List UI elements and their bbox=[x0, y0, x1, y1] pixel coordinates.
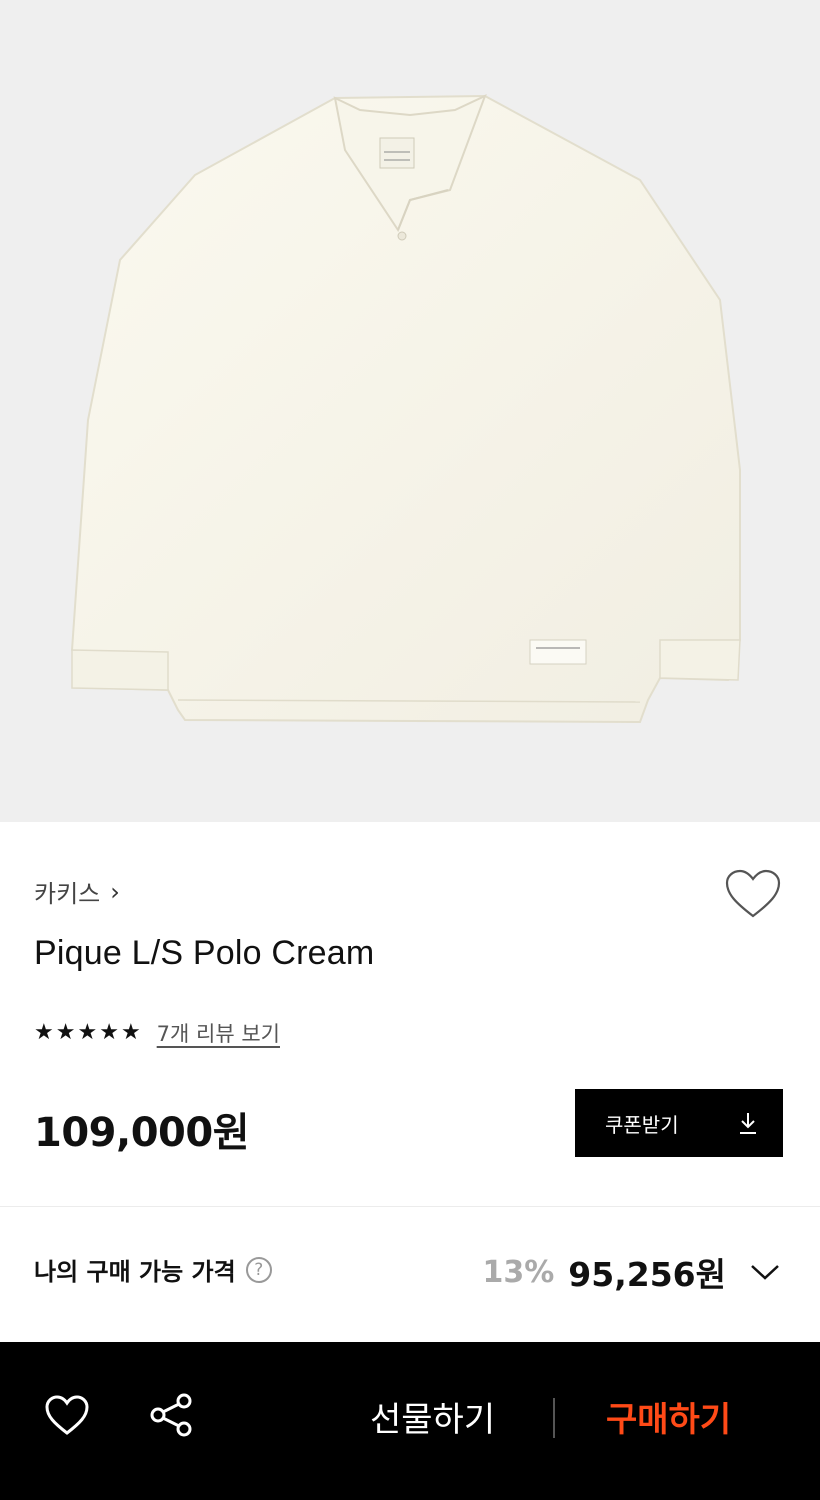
star-icon: ★ bbox=[55, 1020, 76, 1045]
rating-row: ★ ★ ★ ★ ★ 7개 리뷰 보기 bbox=[34, 1018, 280, 1048]
brand-name: 카키스 bbox=[34, 880, 101, 908]
discount-percent: 13% bbox=[482, 1254, 555, 1290]
share-icon[interactable] bbox=[148, 1392, 194, 1438]
bar-separator bbox=[553, 1398, 555, 1438]
heart-icon[interactable] bbox=[44, 1394, 90, 1436]
my-price-row[interactable]: 13% 95,256원 bbox=[482, 1248, 780, 1296]
star-icon: ★ bbox=[120, 1020, 141, 1045]
product-title: Pique L/S Polo Cream bbox=[34, 934, 375, 972]
bottom-action-bar: 선물하기 구매하기 bbox=[0, 1342, 820, 1500]
product-info: 카키스 › Pique L/S Polo Cream ★ ★ ★ ★ ★ 7개 … bbox=[0, 822, 820, 1342]
coupon-label: 쿠폰받기 bbox=[605, 1112, 679, 1137]
heart-outline-icon bbox=[725, 869, 781, 918]
chevron-right-icon: › bbox=[110, 877, 120, 906]
star-icon: ★ bbox=[99, 1020, 119, 1045]
gift-button[interactable]: 선물하기 bbox=[370, 1392, 495, 1441]
brand-link[interactable]: 카키스 › bbox=[34, 874, 120, 909]
review-link[interactable]: 7개 리뷰 보기 bbox=[157, 1018, 280, 1048]
coupon-button[interactable]: 쿠폰받기 bbox=[575, 1089, 783, 1157]
my-price-label-group: 나의 구매 가능 가격 ? bbox=[34, 1252, 272, 1287]
star-icon: ★ bbox=[77, 1020, 98, 1045]
star-rating: ★ ★ ★ ★ ★ bbox=[34, 1022, 141, 1044]
buy-button[interactable]: 구매하기 bbox=[606, 1392, 731, 1441]
chevron-down-icon[interactable] bbox=[750, 1263, 780, 1281]
download-icon bbox=[740, 1113, 756, 1134]
section-divider bbox=[0, 1206, 820, 1207]
product-price: 109,000원 bbox=[34, 1110, 250, 1156]
product-image bbox=[0, 0, 820, 822]
wishlist-heart-button[interactable] bbox=[724, 868, 782, 920]
star-icon: ★ bbox=[34, 1020, 54, 1045]
discounted-price: 95,256원 bbox=[568, 1255, 726, 1294]
help-icon[interactable]: ? bbox=[245, 1256, 272, 1283]
my-price-label: 나의 구매 가능 가격 bbox=[34, 1258, 236, 1286]
polo-shirt-illustration bbox=[70, 94, 741, 724]
